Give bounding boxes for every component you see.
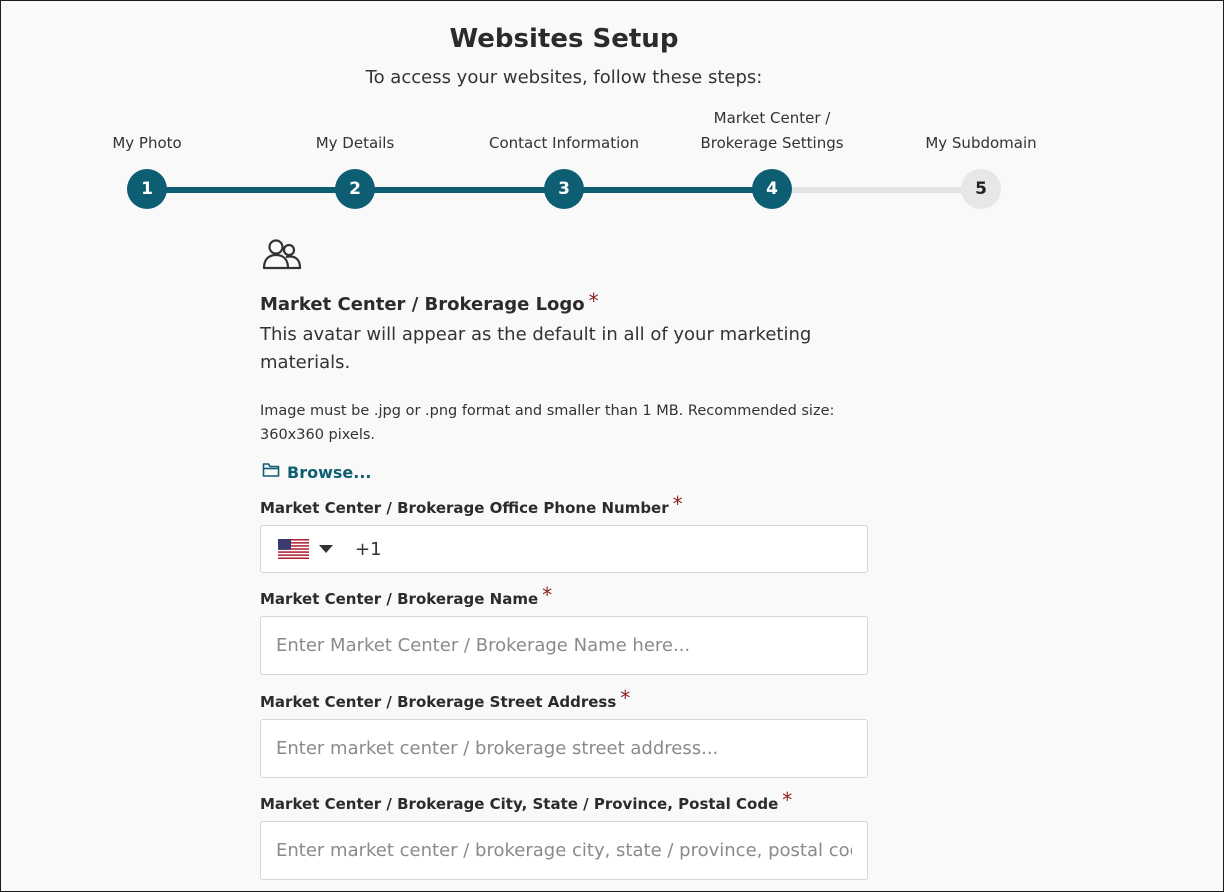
required-asterisk: * bbox=[588, 289, 599, 313]
city-field-label: Market Center / Brokerage City, State / … bbox=[260, 788, 793, 814]
step-5-circle[interactable]: 5 bbox=[961, 169, 1001, 209]
step-2-circle[interactable]: 2 bbox=[335, 169, 375, 209]
stepper-track-complete bbox=[147, 187, 772, 193]
step-5-label: My Subdomain bbox=[925, 134, 1037, 152]
step-1-label: My Photo bbox=[112, 134, 182, 152]
step-4-label-line1: Market Center / bbox=[713, 109, 831, 127]
required-asterisk: * bbox=[782, 788, 793, 812]
step-4-circle[interactable]: 4 bbox=[752, 169, 792, 209]
logo-description: This avatar will appear as the default i… bbox=[260, 324, 812, 373]
city-label-text: Market Center / Brokerage City, State / … bbox=[260, 795, 779, 813]
browse-label: Browse... bbox=[287, 462, 372, 482]
step-1-circle[interactable]: 1 bbox=[127, 169, 167, 209]
street-label-text: Market Center / Brokerage Street Address bbox=[260, 693, 617, 711]
required-asterisk: * bbox=[620, 686, 631, 710]
stepper-track-remaining bbox=[772, 187, 981, 193]
logo-title-text: Market Center / Brokerage Logo bbox=[260, 294, 585, 315]
required-asterisk: * bbox=[672, 492, 683, 516]
street-field-label: Market Center / Brokerage Street Address… bbox=[260, 686, 631, 712]
step-3-label: Contact Information bbox=[489, 134, 639, 152]
name-label-text: Market Center / Brokerage Name bbox=[260, 590, 539, 608]
browse-button[interactable]: Browse... bbox=[262, 462, 371, 482]
phone-field bbox=[260, 525, 868, 573]
step-2-label: My Details bbox=[315, 134, 395, 152]
required-asterisk: * bbox=[542, 583, 553, 607]
country-dropdown-chevron-icon[interactable] bbox=[319, 545, 333, 553]
step-4-label-line2: Brokerage Settings bbox=[700, 134, 844, 152]
users-icon bbox=[262, 238, 302, 274]
progress-stepper: My Photo My Details Contact Information … bbox=[0, 0, 1224, 220]
brokerage-name-input[interactable] bbox=[260, 616, 868, 675]
step-4-label: Market Center / Brokerage Settings bbox=[662, 106, 882, 156]
street-address-input[interactable] bbox=[260, 719, 868, 778]
phone-label-text: Market Center / Brokerage Office Phone N… bbox=[260, 499, 669, 517]
logo-upload-hint: Image must be .jpg or .png format and sm… bbox=[260, 403, 835, 443]
city-state-postal-input[interactable] bbox=[260, 821, 868, 880]
step-3-circle[interactable]: 3 bbox=[544, 169, 584, 209]
phone-field-label: Market Center / Brokerage Office Phone N… bbox=[260, 492, 683, 518]
folder-icon bbox=[262, 462, 287, 482]
us-flag-icon[interactable] bbox=[278, 539, 309, 559]
logo-section-title: Market Center / Brokerage Logo * bbox=[260, 289, 599, 315]
phone-input[interactable] bbox=[355, 538, 835, 560]
name-field-label: Market Center / Brokerage Name * bbox=[260, 583, 553, 609]
